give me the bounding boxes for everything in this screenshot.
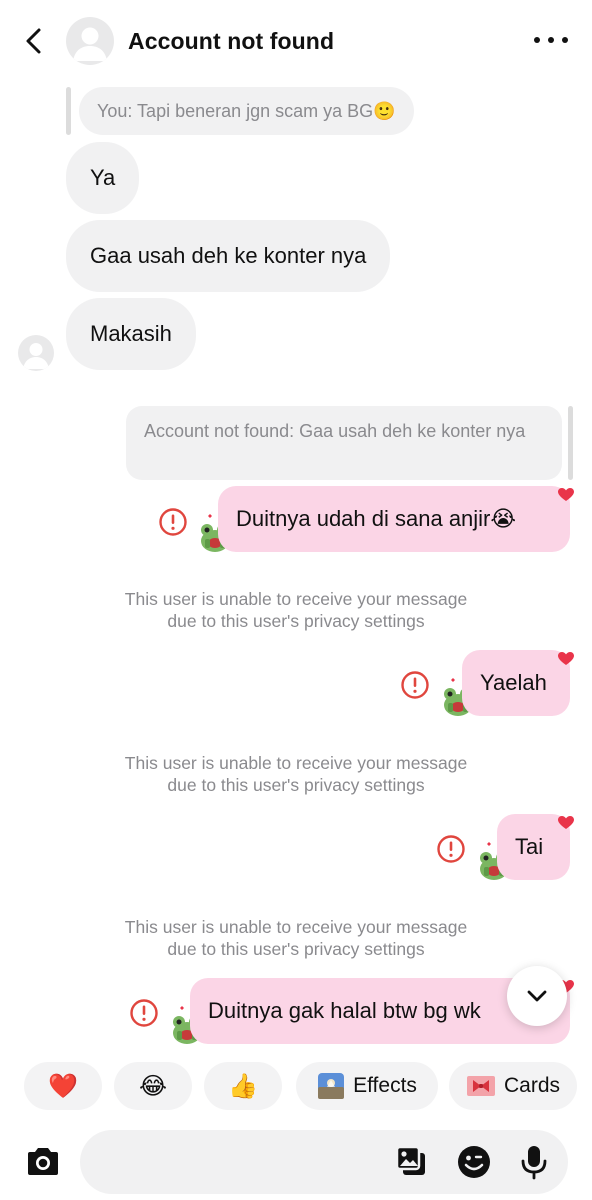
outgoing-message[interactable]: Duitnya udah di sana anjir😭 (218, 486, 570, 552)
error-icon[interactable] (436, 834, 466, 864)
sticker-icon[interactable] (456, 1144, 492, 1180)
laughing-emoji-icon: 😂 (138, 1072, 168, 1100)
heart-reaction-icon (558, 652, 574, 665)
cards-label: Cards (503, 1074, 561, 1097)
notice-line: This user is unable to receive your mess… (124, 589, 468, 609)
error-icon[interactable] (400, 670, 430, 700)
microphone-icon[interactable] (516, 1144, 552, 1180)
quick-reaction-bar: ❤️ 😂 👍 Effects Cards (0, 1062, 592, 1112)
chat-header: Account not found (0, 0, 592, 84)
back-button[interactable] (18, 24, 52, 58)
contact-avatar[interactable] (66, 17, 114, 65)
gallery-icon[interactable] (394, 1144, 430, 1180)
sender-avatar[interactable] (18, 335, 54, 371)
default-avatar-icon (23, 343, 49, 369)
thumbs-up-emoji-icon: 👍 (228, 1072, 258, 1100)
quick-heart-button[interactable]: ❤️ (24, 1062, 102, 1110)
camera-icon (28, 1148, 58, 1175)
error-icon[interactable] (129, 998, 159, 1028)
more-dot (548, 37, 554, 43)
effects-button[interactable]: Effects (296, 1062, 438, 1110)
heart-reaction-icon (558, 488, 574, 501)
cards-button[interactable]: Cards (449, 1062, 577, 1110)
more-options-button[interactable] (534, 32, 568, 48)
heart-emoji-icon: ❤️ (48, 1072, 78, 1100)
message-composer (0, 1128, 592, 1200)
notice-line: due to this user's privacy settings (167, 611, 425, 631)
quick-laugh-button[interactable]: 😂 (114, 1062, 192, 1110)
delivery-failed-notice: This user is unable to receive your mess… (0, 916, 592, 960)
message-input-container (80, 1130, 568, 1194)
delivery-failed-notice: This user is unable to receive your mess… (0, 752, 592, 796)
error-icon[interactable] (158, 507, 188, 537)
default-avatar-icon (73, 27, 107, 61)
notice-line: due to this user's privacy settings (167, 775, 425, 795)
heart-reaction-icon (558, 816, 574, 829)
quote-bar (66, 87, 71, 135)
gift-card-icon (466, 1076, 495, 1096)
chevron-down-icon (527, 990, 547, 1002)
effects-label: Effects (353, 1074, 417, 1097)
camera-button[interactable] (24, 1145, 62, 1179)
quoted-reply-incoming[interactable]: You: Tapi beneran jgn scam ya BG🙂 (66, 87, 414, 135)
more-dot (534, 37, 540, 43)
quote-bar (568, 406, 573, 480)
delivery-failed-notice: This user is unable to receive your mess… (0, 588, 592, 632)
notice-line: due to this user's privacy settings (167, 939, 425, 959)
incoming-message[interactable]: Makasih (66, 298, 196, 370)
more-dot (562, 37, 568, 43)
scroll-to-bottom-button[interactable] (507, 966, 567, 1026)
message-input[interactable] (104, 1130, 384, 1194)
chevron-left-icon (26, 28, 41, 54)
chat-title[interactable]: Account not found (128, 28, 334, 55)
notice-line: This user is unable to receive your mess… (124, 753, 468, 773)
notice-line: This user is unable to receive your mess… (124, 917, 468, 937)
effects-icon (318, 1073, 345, 1099)
outgoing-message[interactable]: Yaelah (462, 650, 570, 716)
quoted-message: Account not found: Gaa usah deh ke konte… (126, 406, 562, 480)
quoted-reply-outgoing[interactable]: Account not found: Gaa usah deh ke konte… (126, 406, 573, 480)
quoted-message: You: Tapi beneran jgn scam ya BG🙂 (79, 87, 414, 135)
incoming-message[interactable]: Ya (66, 142, 140, 214)
quick-thumbs-up-button[interactable]: 👍 (204, 1062, 282, 1110)
incoming-message[interactable]: Gaa usah deh ke konter nya (66, 220, 391, 292)
